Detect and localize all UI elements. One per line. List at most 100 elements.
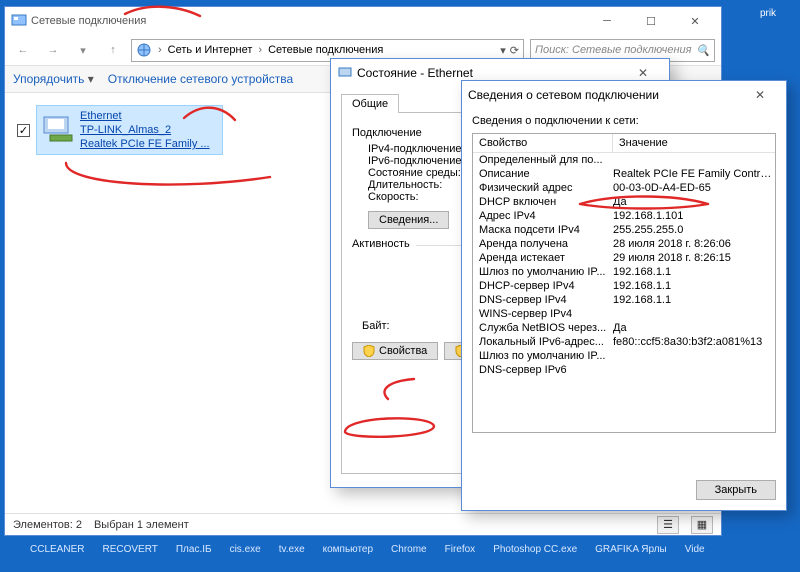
property-value: Да	[613, 322, 775, 334]
details-subtitle: Сведения о подключении к сети:	[472, 115, 776, 127]
property-row[interactable]: ОписаниеRealtek PCIe FE Family Controlle…	[473, 167, 775, 181]
details-dialog-close-button[interactable]: ✕	[740, 83, 780, 107]
view-details-button[interactable]: ☰	[657, 516, 679, 534]
control-panel-icon	[11, 12, 27, 31]
property-row[interactable]: DHCP-сервер IPv4192.168.1.1	[473, 279, 775, 293]
properties-button[interactable]: Свойства	[352, 342, 438, 360]
property-row[interactable]: Физический адрес00-03-0D-A4-ED-65	[473, 181, 775, 195]
desktop-label[interactable]: prik	[740, 8, 796, 19]
col-property[interactable]: Свойство	[473, 134, 613, 152]
task-label[interactable]: RECOVERT	[102, 544, 157, 555]
property-value: 192.168.1.1	[613, 266, 775, 278]
property-value: 192.168.1.101	[613, 210, 775, 222]
property-row[interactable]: Служба NetBIOS через...Да	[473, 321, 775, 335]
task-label[interactable]: Плас.IБ	[176, 544, 212, 555]
close-button[interactable]: ✕	[675, 9, 715, 33]
ethernet-icon	[337, 64, 353, 83]
disable-device-button[interactable]: Отключение сетевого устройства	[108, 72, 293, 86]
property-row[interactable]: Аренда истекает29 июля 2018 г. 8:26:15	[473, 251, 775, 265]
properties-list[interactable]: Свойство Значение Определенный для по...…	[472, 133, 776, 433]
property-value: 29 июля 2018 г. 8:26:15	[613, 252, 775, 264]
task-label[interactable]: Chrome	[391, 544, 427, 555]
property-value	[613, 308, 775, 320]
property-row[interactable]: DHCP включенДа	[473, 195, 775, 209]
property-name: Шлюз по умолчанию IP...	[473, 350, 613, 362]
property-row[interactable]: Адрес IPv4192.168.1.101	[473, 209, 775, 223]
dropdown-icon[interactable]: ▾	[500, 44, 506, 57]
property-row[interactable]: Аренда получена28 июля 2018 г. 8:26:06	[473, 237, 775, 251]
property-row[interactable]: WINS-сервер IPv4	[473, 307, 775, 321]
property-row[interactable]: Локальный IPv6-адрес...fe80::ccf5:8a30:b…	[473, 335, 775, 349]
task-label[interactable]: Vide	[685, 544, 705, 555]
crumb-network[interactable]: Сеть и Интернет	[168, 44, 253, 56]
minimize-button[interactable]: ─	[587, 9, 627, 33]
task-label[interactable]: GRAFIKA Ярлы	[595, 544, 667, 555]
property-value	[613, 364, 775, 376]
property-value: fe80::ccf5:8a30:b3f2:a081%13	[613, 336, 775, 348]
details-dialog-title: Сведения о сетевом подключении	[468, 88, 659, 102]
view-icons-button[interactable]: ▦	[691, 516, 713, 534]
network-icon	[136, 42, 152, 58]
property-row[interactable]: DNS-сервер IPv6	[473, 363, 775, 377]
search-icon: 🔍	[696, 44, 710, 57]
adapter-device[interactable]: Realtek PCIe FE Family ...	[80, 137, 210, 151]
property-name: Маска подсети IPv4	[473, 224, 613, 236]
property-value: Да	[613, 196, 775, 208]
task-label[interactable]: CCLEANER	[30, 544, 84, 555]
property-name: Определенный для по...	[473, 154, 613, 166]
task-label[interactable]: компьютер	[323, 544, 373, 555]
property-name: DHCP-сервер IPv4	[473, 280, 613, 292]
task-label[interactable]: cis.exe	[230, 544, 261, 555]
task-label[interactable]: Photoshop CC.exe	[493, 544, 577, 555]
item-count: Элементов: 2	[13, 519, 82, 531]
details-dialog-titlebar[interactable]: Сведения о сетевом подключении ✕	[462, 81, 786, 109]
property-name: Шлюз по умолчанию IP...	[473, 266, 613, 278]
details-button[interactable]: Сведения...	[368, 211, 449, 229]
property-name: WINS-сервер IPv4	[473, 308, 613, 320]
window-title: Сетевые подключения	[31, 15, 146, 27]
property-row[interactable]: Маска подсети IPv4255.255.255.0	[473, 223, 775, 237]
up-button[interactable]: ↑	[101, 38, 125, 62]
bytes-label: Байт:	[352, 320, 432, 332]
property-name: Аренда истекает	[473, 252, 613, 264]
properties-header[interactable]: Свойство Значение	[473, 134, 775, 153]
property-row[interactable]: Шлюз по умолчанию IP...192.168.1.1	[473, 265, 775, 279]
maximize-button[interactable]: ☐	[631, 9, 671, 33]
status-bar: Элементов: 2 Выбран 1 элемент ☰ ▦	[5, 513, 721, 535]
property-value: 255.255.255.0	[613, 224, 775, 236]
property-row[interactable]: Определенный для по...	[473, 153, 775, 167]
property-row[interactable]: DNS-сервер IPv4192.168.1.1	[473, 293, 775, 307]
recent-button[interactable]: ▾	[71, 38, 95, 62]
crumb-connections[interactable]: Сетевые подключения	[268, 44, 383, 56]
back-button[interactable]: ←	[11, 38, 35, 62]
property-name: Описание	[473, 168, 613, 180]
adapter-checkbox[interactable]: ✓	[17, 124, 30, 137]
property-value: 00-03-0D-A4-ED-65	[613, 182, 775, 194]
property-name: DNS-сервер IPv6	[473, 364, 613, 376]
explorer-titlebar[interactable]: Сетевые подключения ─ ☐ ✕	[5, 7, 721, 35]
property-value	[613, 350, 775, 362]
close-button-details[interactable]: Закрыть	[696, 480, 776, 500]
task-label[interactable]: Firefox	[445, 544, 476, 555]
refresh-icon[interactable]: ⟳	[510, 44, 519, 57]
property-name: Локальный IPv6-адрес...	[473, 336, 613, 348]
property-value: 28 июля 2018 г. 8:26:06	[613, 238, 775, 250]
organize-menu[interactable]: Упорядочить ▾	[13, 72, 94, 86]
forward-button[interactable]: →	[41, 38, 65, 62]
adapter-name[interactable]: Ethernet	[80, 109, 210, 123]
property-name: Физический адрес	[473, 182, 613, 194]
tab-general[interactable]: Общие	[341, 94, 399, 113]
property-name: Аренда получена	[473, 238, 613, 250]
status-dialog-title: Состояние - Ethernet	[357, 66, 473, 80]
property-name: Адрес IPv4	[473, 210, 613, 222]
adapter-details: Ethernet TP-LINK_Almas_2 Realtek PCIe FE…	[80, 109, 210, 151]
adapter-ssid[interactable]: TP-LINK_Almas_2	[80, 123, 210, 137]
col-value[interactable]: Значение	[613, 134, 775, 152]
property-row[interactable]: Шлюз по умолчанию IP...	[473, 349, 775, 363]
property-name: DHCP включен	[473, 196, 613, 208]
details-dialog: Сведения о сетевом подключении ✕ Сведени…	[461, 80, 787, 511]
property-value: 192.168.1.1	[613, 294, 775, 306]
property-value: Realtek PCIe FE Family Controller	[613, 168, 775, 180]
group-activity: Активность	[352, 238, 416, 250]
task-label[interactable]: tv.exe	[279, 544, 305, 555]
